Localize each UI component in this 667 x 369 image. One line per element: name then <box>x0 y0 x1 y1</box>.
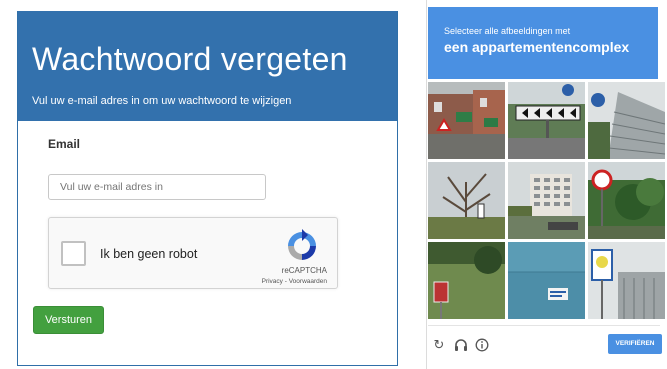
captcha-tile[interactable] <box>588 242 665 319</box>
captcha-tile[interactable] <box>508 162 585 239</box>
page-title: Wachtwoord vergeten <box>32 41 348 77</box>
recaptcha-brand: reCAPTCHA <box>281 266 327 275</box>
verify-button[interactable]: VERIFIËREN <box>608 334 662 354</box>
recaptcha-label: Ik ben geen robot <box>100 247 198 261</box>
street-houses-tile-image <box>428 82 505 159</box>
captcha-footer-divider <box>428 325 660 326</box>
bare-tree-tile-image <box>428 162 505 239</box>
captcha-tile[interactable] <box>428 82 505 159</box>
captcha-tile[interactable] <box>508 242 585 319</box>
recaptcha-privacy-links[interactable]: Privacy - Voorwaarden <box>262 278 327 285</box>
email-field[interactable] <box>48 174 266 200</box>
captcha-tile[interactable] <box>428 162 505 239</box>
red-sign-grass-tile-image <box>428 242 505 319</box>
captcha-tile[interactable] <box>588 162 665 239</box>
captcha-instruction-header: Selecteer alle afbeeldingen met een appa… <box>428 7 658 79</box>
captcha-instruction-small: Selecteer alle afbeeldingen met <box>444 26 571 36</box>
road-chevron-sign-tile-image <box>508 82 585 159</box>
apartment-block-tile-image <box>508 162 585 239</box>
captcha-tile[interactable] <box>428 242 505 319</box>
captcha-image-grid <box>428 82 665 322</box>
email-label: Email <box>48 137 81 151</box>
submit-button[interactable]: Versturen <box>33 306 104 334</box>
captcha-instruction-target: een appartementencomplex <box>444 39 630 55</box>
headphones-icon[interactable] <box>454 338 468 352</box>
reload-icon[interactable]: ↻ <box>432 338 446 352</box>
form-header: Wachtwoord vergeten Vul uw e-mail adres … <box>18 11 397 121</box>
tall-building-tile-image <box>588 82 665 159</box>
bus-stop-sign-tile-image <box>588 242 665 319</box>
captcha-challenge-panel: Selecteer alle afbeeldingen met een appa… <box>420 0 667 369</box>
recaptcha-widget: Ik ben geen robot reCAPTCHA Privacy - Vo… <box>48 217 338 289</box>
speed-sign-tile-image <box>588 162 665 239</box>
info-icon[interactable] <box>475 338 489 352</box>
captcha-tile[interactable] <box>508 82 585 159</box>
recaptcha-logo-icon <box>288 229 316 260</box>
recaptcha-checkbox[interactable] <box>61 241 86 266</box>
password-reset-panel: Wachtwoord vergeten Vul uw e-mail adres … <box>17 11 398 366</box>
blue-wall-tile-image <box>508 242 585 319</box>
page-subtitle: Vul uw e-mail adres in om uw wachtwoord … <box>32 95 292 107</box>
captcha-tile[interactable] <box>588 82 665 159</box>
